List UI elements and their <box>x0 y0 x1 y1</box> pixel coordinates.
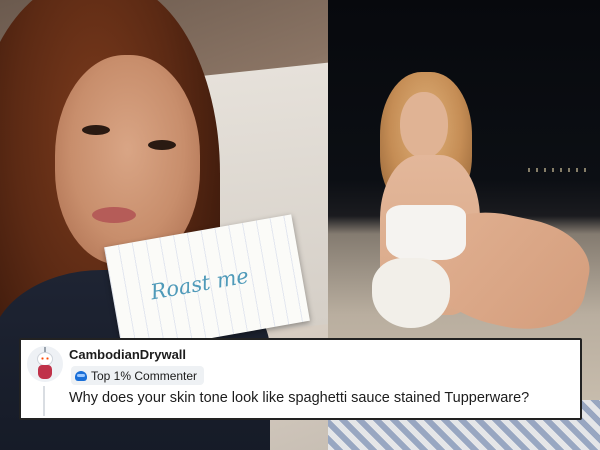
white-shorts <box>372 258 450 328</box>
flair-text: Top 1% Commenter <box>91 368 198 383</box>
distant-lights <box>528 168 588 172</box>
face <box>400 92 448 158</box>
user-flair: Top 1% Commenter <box>71 366 205 385</box>
lips <box>92 207 136 223</box>
eye <box>148 140 176 150</box>
commenter-badge-icon <box>75 370 87 381</box>
white-top <box>386 205 466 260</box>
comment-body: Why does your skin tone look like spaghe… <box>69 390 530 406</box>
thread-line[interactable] <box>43 386 45 416</box>
eye <box>82 125 110 135</box>
comment-card: CambodianDrywall Top 1% Commenter Why do… <box>19 338 582 420</box>
comment-username[interactable]: CambodianDrywall <box>69 347 186 362</box>
snoo-avatar-icon[interactable] <box>27 346 63 382</box>
